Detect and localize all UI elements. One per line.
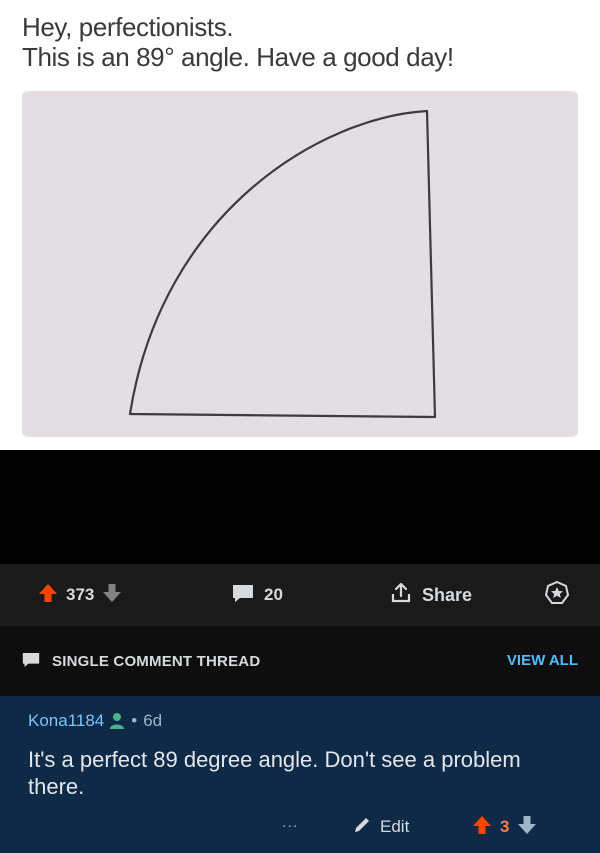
- downvote-icon[interactable]: [517, 815, 537, 840]
- user-icon: [109, 712, 125, 730]
- comment-body: It's a perfect 89 degree angle. Don't se…: [28, 747, 521, 799]
- downvote-icon[interactable]: [102, 583, 122, 608]
- comment-score: 3: [500, 817, 510, 836]
- upvote-icon[interactable]: [38, 583, 58, 608]
- more-options-button[interactable]: ...: [282, 814, 298, 832]
- post-score: 373: [66, 585, 95, 604]
- angle-drawing-photo: [22, 91, 578, 437]
- thread-title-label: SINGLE COMMENT THREAD: [52, 652, 261, 670]
- thread-title: SINGLE COMMENT THREAD: [22, 626, 260, 696]
- share-icon: [390, 582, 412, 609]
- pencil-icon: [352, 815, 372, 840]
- spacer: [0, 450, 600, 564]
- comment-count: 20: [264, 585, 283, 604]
- edit-button[interactable]: Edit: [352, 812, 409, 842]
- post-votes: 373: [38, 564, 122, 626]
- single-comment-thread-bar: SINGLE COMMENT THREAD VIEW ALL: [0, 626, 600, 696]
- comment-author[interactable]: Kona1184: [28, 711, 104, 731]
- post-action-bar: 373 20 Share: [0, 564, 600, 626]
- award-button[interactable]: [544, 564, 570, 626]
- meta-separator: •: [131, 711, 138, 730]
- caption-line-2: This is an 89° angle. Have a good day!: [22, 42, 454, 72]
- view-all-link[interactable]: VIEW ALL: [507, 626, 578, 696]
- comment-icon: [22, 651, 40, 672]
- comments-button[interactable]: 20: [232, 564, 283, 626]
- comment-icon: [232, 583, 254, 608]
- comment-votes: 3: [472, 812, 537, 842]
- post-image: Hey, perfectionists. This is an 89° angl…: [0, 0, 600, 450]
- caption-line-1: Hey, perfectionists.: [22, 12, 234, 42]
- post-caption: Hey, perfectionists. This is an 89° angl…: [22, 12, 582, 72]
- comment-age: 6d: [143, 711, 163, 730]
- comment-actions: ... Edit 3: [0, 812, 600, 846]
- share-label: Share: [422, 584, 473, 605]
- comment: Kona1184 • 6d It's a perfect 89 degree a…: [0, 696, 600, 853]
- share-button[interactable]: Share: [390, 564, 472, 626]
- award-icon: [544, 580, 570, 611]
- comment-meta: Kona1184 • 6d: [28, 710, 162, 732]
- upvote-icon[interactable]: [472, 815, 492, 840]
- edit-label: Edit: [380, 817, 410, 836]
- quarter-circle-drawing: [128, 109, 437, 419]
